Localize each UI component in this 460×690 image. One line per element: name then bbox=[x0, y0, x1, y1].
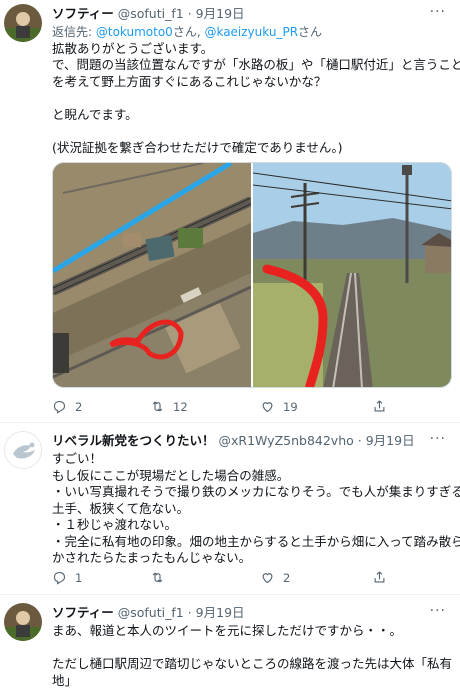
retweet-icon[interactable] bbox=[150, 399, 165, 414]
media-grid bbox=[52, 162, 452, 388]
tweet-text-line: (状況証拠を繋ぎ合わせただけで確定でありません。) bbox=[52, 139, 343, 155]
tweet-text-line: で、問題の当該位置なんですが「水路の板」や「樋口駅付近」と言うこと bbox=[52, 57, 460, 72]
display-name[interactable]: リベラル新党をつくりたい！ bbox=[52, 433, 215, 448]
reply-count: 1 bbox=[75, 570, 83, 585]
heart-icon[interactable] bbox=[260, 570, 275, 585]
reply-icon[interactable] bbox=[52, 570, 67, 585]
replying-to: 返信先: @tokumoto0さん, @kaeizyuku_PRさん bbox=[52, 25, 323, 39]
heart-icon[interactable] bbox=[260, 399, 275, 414]
user-handle[interactable]: @xR1WyZ5nb842vho bbox=[219, 433, 354, 448]
mention-link[interactable]: @tokumoto0 bbox=[96, 25, 173, 39]
trackside-photo[interactable] bbox=[252, 163, 452, 388]
share-icon[interactable] bbox=[372, 399, 387, 414]
like-count: 19 bbox=[283, 399, 298, 414]
tweet-text-line: かされたらたまったもんじゃない。 bbox=[52, 550, 252, 565]
more-icon[interactable]: ··· bbox=[430, 431, 446, 447]
tweet-2[interactable]: リベラル新党をつくりたい！ @xR1WyZ5nb842vho · 9月19日 ·… bbox=[0, 423, 460, 591]
user-handle[interactable]: @sofuti_f1 bbox=[118, 6, 184, 21]
avatar[interactable] bbox=[4, 4, 42, 42]
mention-link[interactable]: @kaeizyuku_PR bbox=[204, 25, 298, 39]
retweet-count: 12 bbox=[173, 399, 188, 414]
avatar[interactable] bbox=[4, 431, 42, 469]
tweet-text-line: まあ、報道と本人のツイートを元に探しただけですから・・。 bbox=[52, 623, 403, 638]
tweet-text-line: ただし樋口駅周辺で踏切じゃないところの線路を渡った先は大体「私有 bbox=[52, 656, 453, 671]
tweet-text-line: すごい！ bbox=[52, 451, 103, 466]
tweet-text-line: 拡散ありがとうございます。 bbox=[52, 40, 214, 56]
display-name[interactable]: ソフティー bbox=[52, 605, 114, 620]
separator-dot: · bbox=[357, 433, 362, 448]
display-name[interactable]: ソフティー bbox=[52, 6, 114, 21]
reply-count: 2 bbox=[75, 399, 83, 414]
user-handle[interactable]: @sofuti_f1 bbox=[118, 605, 184, 620]
more-icon[interactable]: ··· bbox=[430, 603, 446, 619]
tweet-date[interactable]: 9月19日 bbox=[196, 6, 245, 21]
tweet-text-line: ・完全に私有地の印象。畑の地主からすると土手から畑に入って踏み散ら bbox=[52, 533, 460, 549]
retweet-icon[interactable] bbox=[150, 570, 165, 585]
tweet-text-line: と睨んでます。 bbox=[52, 106, 138, 122]
tweet-text-line: もし仮にここが現場だとした場合の雑感。 bbox=[52, 467, 290, 483]
tweet-text-line: 土手、板狭くて危ない。 bbox=[52, 500, 190, 516]
tweet-text-line: ・１秒じゃ渡れない。 bbox=[52, 517, 178, 532]
reply-icon[interactable] bbox=[52, 399, 67, 414]
tweet-text-line: ・いい写真撮れそうで撮り鉄のメッカになりそう。でも人が集まりすぎると bbox=[52, 484, 460, 499]
share-icon[interactable] bbox=[372, 570, 387, 585]
tweet-text-line: を考えて野上方面すぐにあるこれじゃないかな？ bbox=[52, 73, 327, 89]
tweet-text-line: 地」 bbox=[52, 672, 78, 688]
more-icon[interactable]: ··· bbox=[430, 4, 446, 20]
like-count: 2 bbox=[283, 570, 291, 585]
tweet-date[interactable]: 9月19日 bbox=[366, 433, 415, 448]
avatar[interactable] bbox=[4, 603, 42, 641]
tweet-date[interactable]: 9月19日 bbox=[196, 605, 245, 620]
aerial-photo[interactable] bbox=[53, 163, 254, 388]
separator-dot: · bbox=[187, 6, 192, 21]
tweet-1[interactable]: ソフティー @sofuti_f1 · 9月19日 ··· 返信先: @tokum… bbox=[0, 0, 460, 420]
separator-dot: · bbox=[187, 605, 192, 620]
tweet-3[interactable]: ソフティー @sofuti_f1 · 9月19日 ··· まあ、報道と本人のツイ… bbox=[0, 595, 460, 690]
